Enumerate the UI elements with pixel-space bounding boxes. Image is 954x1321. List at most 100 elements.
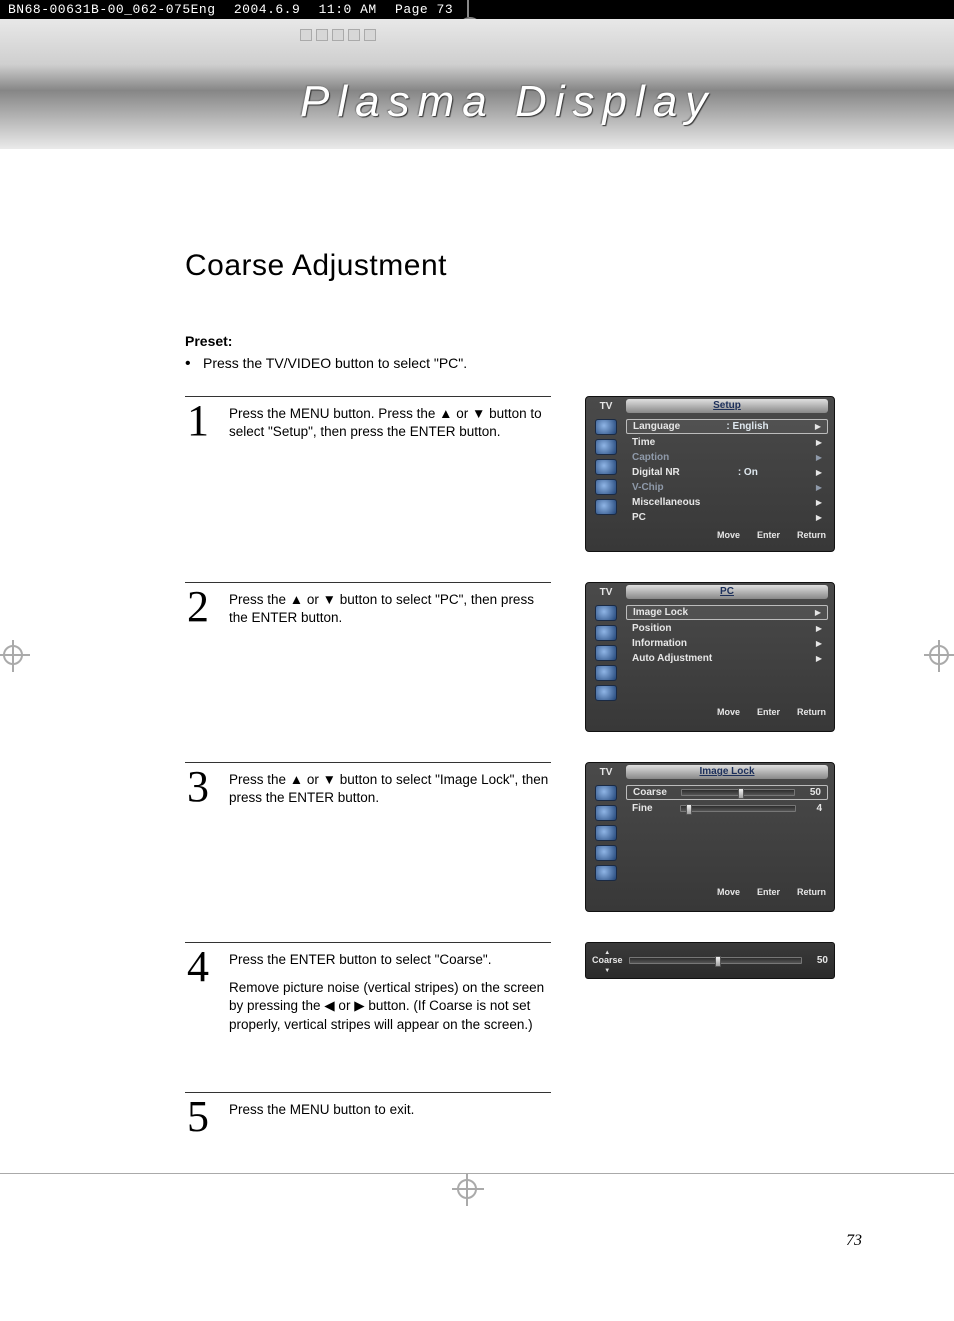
registration-mark-bottom	[448, 1170, 488, 1210]
osd-footer: Move Enter Return	[586, 885, 834, 899]
step-3: 3 Press the ▲ or ▼ button to select "Ima…	[185, 762, 551, 912]
step-text: Press the ENTER button to select "Coarse…	[229, 949, 551, 1062]
osd-tv-label: TV	[586, 767, 626, 778]
osd-icon-column	[586, 601, 626, 705]
osd-title: Setup	[626, 399, 828, 413]
slider-track[interactable]	[681, 789, 795, 796]
osd-row-time[interactable]: Time▶	[626, 436, 828, 449]
osd-slider-coarse[interactable]: Coarse 50	[626, 785, 828, 800]
step-number: 2	[185, 589, 211, 732]
step-number: 5	[185, 1099, 211, 1134]
osd-image-lock-menu: TV Image Lock Coarse	[585, 762, 835, 912]
step-2: 2 Press the ▲ or ▼ button to select "PC"…	[185, 582, 551, 732]
osd-row-pc[interactable]: PC▶	[626, 511, 828, 524]
page-number: 73	[846, 1232, 862, 1250]
step-text: Press the ▲ or ▼ button to select "Image…	[229, 769, 551, 912]
osd-row-image-lock[interactable]: Image Lock▶	[626, 605, 828, 620]
chevron-right-icon: ▶	[815, 608, 821, 617]
osd-row-miscellaneous[interactable]: Miscellaneous▶	[626, 496, 828, 509]
slider-thumb[interactable]	[738, 788, 744, 799]
osd-setup-menu: TV Setup Language : English	[585, 396, 835, 552]
osd-hint-move: Move	[714, 707, 740, 717]
preset-label: Preset:	[185, 333, 864, 349]
osd-footer: Move Enter Return	[586, 705, 834, 719]
registration-mark-left	[0, 636, 34, 676]
preprint-time: 11:0 AM	[319, 2, 377, 17]
step-number: 3	[185, 769, 211, 912]
step-text: Press the ▲ or ▼ button to select "PC", …	[229, 589, 551, 732]
step-5: 5 Press the MENU button to exit.	[185, 1092, 551, 1134]
chevron-right-icon: ▶	[816, 639, 822, 648]
osd-row-vchip: V-Chip▶	[626, 481, 828, 494]
banner: Plasma Display	[0, 19, 954, 149]
osd-title: PC	[626, 585, 828, 599]
osd-row-position[interactable]: Position▶	[626, 622, 828, 635]
osd-category-icon	[595, 845, 617, 861]
slider-track[interactable]	[629, 957, 802, 964]
osd-row-information[interactable]: Information▶	[626, 637, 828, 650]
slider-value: 50	[808, 955, 828, 966]
osd-row-auto-adjustment[interactable]: Auto Adjustment▶	[626, 652, 828, 665]
osd-coarse-bar: Coarse 50	[585, 942, 835, 979]
osd-category-icon	[595, 785, 617, 801]
osd-row-language[interactable]: Language : English ▶	[626, 419, 828, 434]
osd-category-icon	[595, 625, 617, 641]
osd-category-icon	[595, 439, 617, 455]
step-4: 4 Press the ENTER button to select "Coar…	[185, 942, 551, 1062]
osd-category-icon	[595, 459, 617, 475]
step-1: 1 Press the MENU button. Press the ▲ or …	[185, 396, 551, 552]
osd-hint-enter: Enter	[754, 707, 780, 717]
osd-category-icon	[595, 865, 617, 881]
arrow-down-icon	[604, 965, 610, 974]
osd-row-digital-nr[interactable]: Digital NR: On▶	[626, 466, 828, 479]
page-title: Coarse Adjustment	[185, 249, 864, 283]
chevron-right-icon: ▶	[816, 453, 822, 462]
osd-category-icon	[595, 685, 617, 701]
banner-title: Plasma Display	[300, 77, 715, 127]
chevron-right-icon: ▶	[816, 513, 822, 522]
osd-hint-move: Move	[714, 530, 740, 540]
preprint-doc-id: BN68-00631B-00_062-075Eng	[8, 2, 216, 17]
osd-category-icon	[595, 645, 617, 661]
chevron-right-icon: ▶	[816, 624, 822, 633]
osd-slider-fine[interactable]: Fine 4	[626, 802, 828, 815]
osd-hint-return: Return	[794, 887, 826, 897]
osd-row-caption: Caption▶	[626, 451, 828, 464]
osd-hint-enter: Enter	[754, 887, 780, 897]
osd-pc-menu: TV PC Image Lock▶ Position▶ Informatio	[585, 582, 835, 732]
osd-hint-move: Move	[714, 887, 740, 897]
step-number: 1	[185, 403, 211, 552]
chevron-right-icon: ▶	[816, 654, 822, 663]
step-text: Press the MENU button to exit.	[229, 1099, 414, 1134]
slider-track[interactable]	[680, 805, 796, 812]
osd-category-icon	[595, 419, 617, 435]
osd-category-icon	[595, 499, 617, 515]
chevron-right-icon: ▶	[816, 468, 822, 477]
slider-thumb[interactable]	[686, 804, 692, 815]
slider-thumb[interactable]	[715, 956, 721, 967]
registration-mark-right	[920, 636, 954, 676]
osd-title: Image Lock	[626, 765, 828, 779]
chevron-right-icon: ▶	[816, 483, 822, 492]
osd-category-icon	[595, 665, 617, 681]
chevron-right-icon: ▶	[815, 422, 821, 431]
osd-mini-label: Coarse	[592, 947, 623, 974]
step-number: 4	[185, 949, 211, 1062]
osd-icon-column	[586, 415, 626, 528]
preset-bullet: Press the TV/VIDEO button to select "PC"…	[203, 355, 864, 371]
osd-hint-enter: Enter	[754, 530, 780, 540]
preprint-date: 2004.6.9	[234, 2, 300, 17]
osd-category-icon	[595, 825, 617, 841]
step-text: Press the MENU button. Press the ▲ or ▼ …	[229, 403, 551, 552]
osd-category-icon	[595, 605, 617, 621]
chevron-right-icon: ▶	[816, 498, 822, 507]
osd-category-icon	[595, 479, 617, 495]
banner-deco	[300, 29, 376, 41]
osd-icon-column	[586, 781, 626, 885]
bottom-rule	[0, 1173, 954, 1174]
chevron-right-icon: ▶	[816, 438, 822, 447]
page-content: Coarse Adjustment Preset: Press the TV/V…	[0, 149, 954, 1204]
osd-hint-return: Return	[794, 530, 826, 540]
osd-hint-return: Return	[794, 707, 826, 717]
osd-tv-label: TV	[586, 401, 626, 412]
